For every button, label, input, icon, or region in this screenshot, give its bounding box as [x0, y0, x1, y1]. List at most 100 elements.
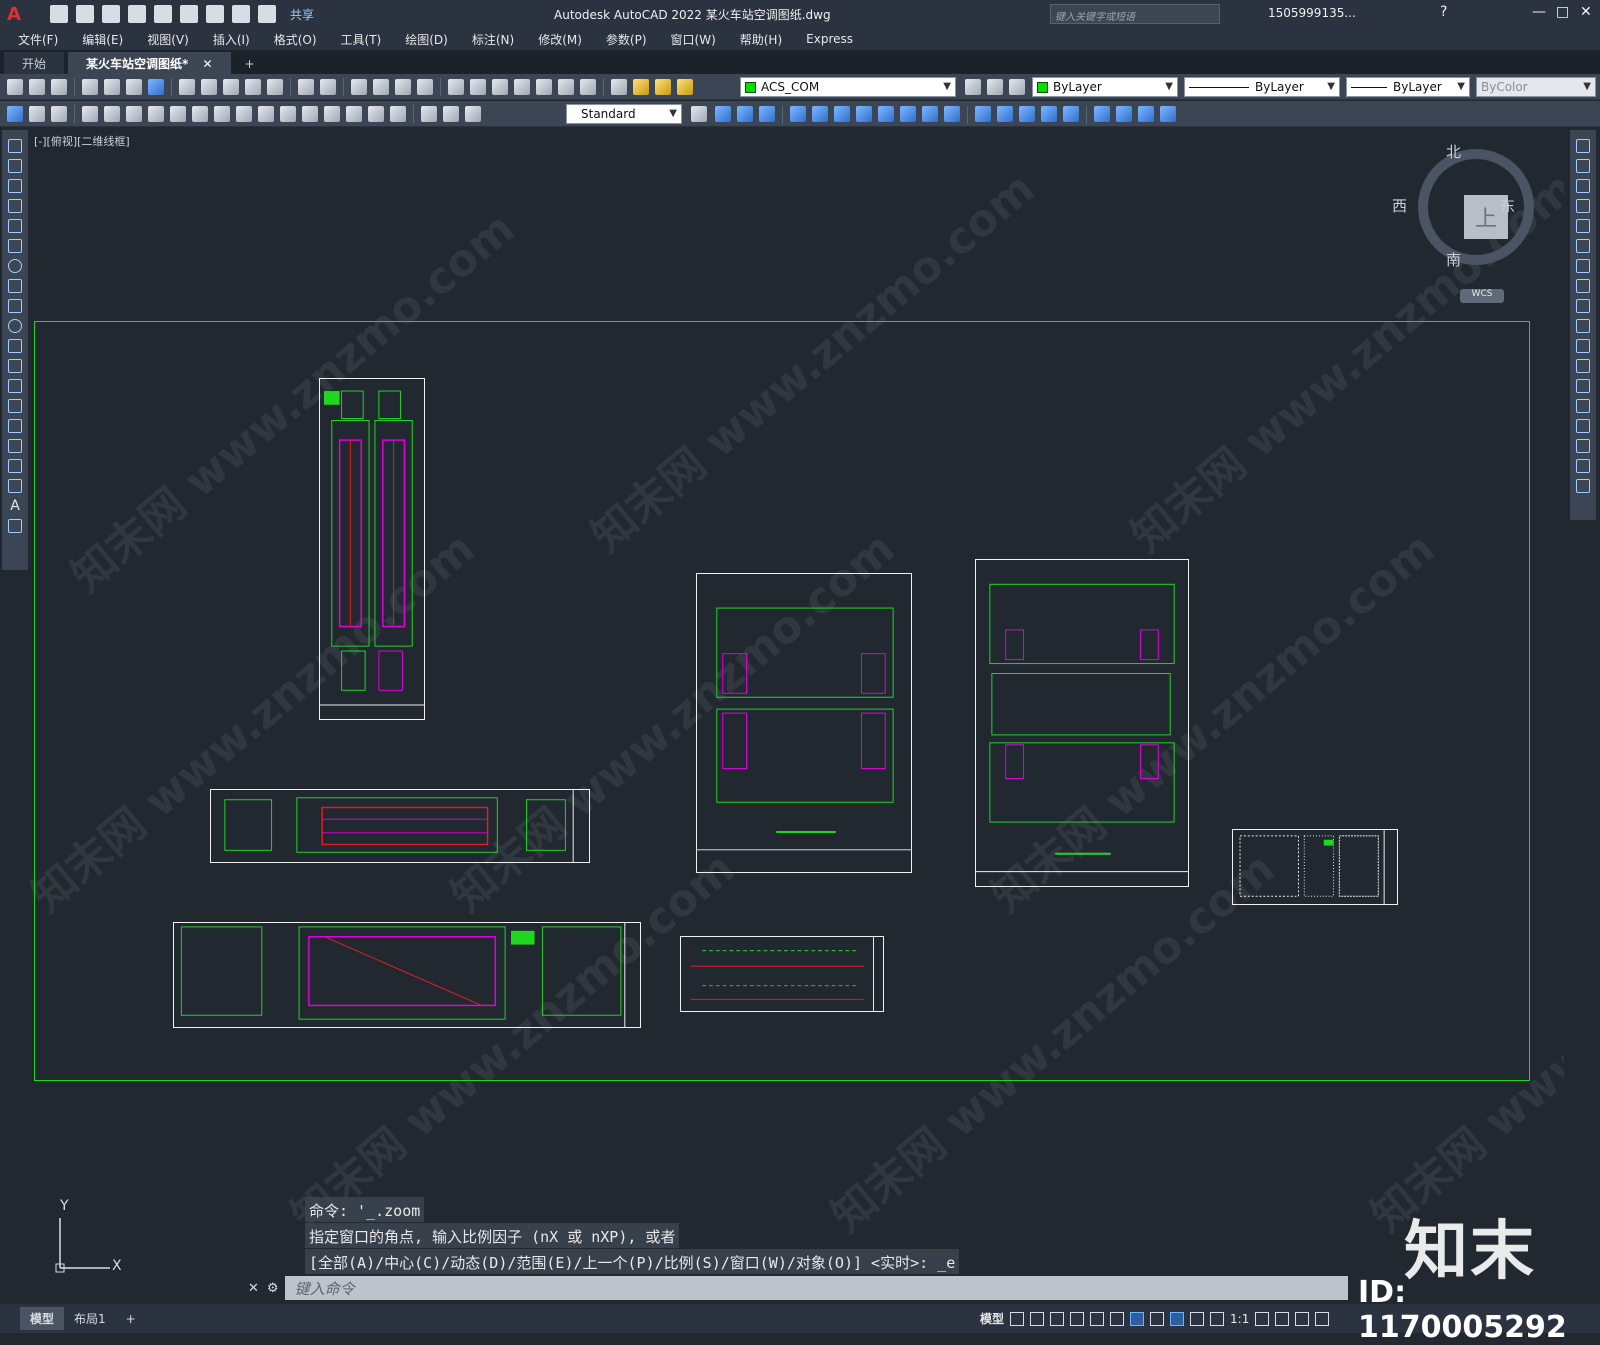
offset-icon[interactable] [1576, 199, 1590, 213]
tab-close-icon[interactable]: ✕ [202, 57, 212, 71]
move-icon[interactable] [834, 106, 850, 122]
multiline-text-icon[interactable]: A [10, 498, 20, 514]
object-snap-tracking-icon[interactable] [1110, 1311, 1125, 1326]
rotate-icon[interactable] [1576, 259, 1590, 273]
menu-item-9[interactable]: 参数(P) [606, 31, 647, 48]
offset-icon[interactable] [790, 106, 806, 122]
lineweight-dropdown[interactable]: ByLayer ▼ [1346, 77, 1470, 97]
tool-palettes-icon[interactable] [492, 78, 508, 95]
spline-icon[interactable] [8, 299, 22, 313]
menu-item-7[interactable]: 标注(N) [472, 31, 514, 48]
polar-tracking-icon[interactable] [1070, 1311, 1085, 1326]
continue-dim-icon[interactable] [258, 105, 274, 122]
open-icon[interactable] [29, 78, 45, 95]
compass-west[interactable]: 西 [1392, 195, 1407, 216]
annotation-scale-value[interactable]: 1:1 [1230, 1312, 1249, 1326]
radius-dim-icon[interactable] [126, 105, 142, 122]
break-icon[interactable] [975, 106, 991, 122]
copy-object-icon[interactable] [737, 106, 753, 122]
menu-item-0[interactable]: 文件(F) [18, 31, 58, 48]
annotation-visibility-icon[interactable] [1170, 1311, 1185, 1326]
menu-item-3[interactable]: 插入(I) [213, 31, 250, 48]
layer-dropdown[interactable]: ACS_COM ▼ [740, 77, 956, 97]
open-from-web-icon[interactable] [154, 5, 172, 23]
copy-icon[interactable] [201, 78, 217, 95]
jogged-linear-icon[interactable] [390, 105, 406, 122]
revision-cloud-icon[interactable] [8, 279, 22, 293]
layer-match-icon[interactable] [987, 79, 1003, 95]
dim-style-icon[interactable] [691, 106, 707, 122]
compass-south[interactable]: 南 [1446, 249, 1461, 270]
new-layout-button[interactable]: + [116, 1309, 146, 1329]
plot-icon[interactable] [206, 5, 224, 23]
publish-icon[interactable] [126, 78, 142, 95]
viewcube[interactable]: 上 [1418, 149, 1534, 265]
join-icon[interactable] [1576, 399, 1590, 413]
copy-icon[interactable] [1576, 159, 1590, 173]
menu-item-1[interactable]: 编辑(E) [82, 31, 123, 48]
customization-icon[interactable] [1315, 1311, 1330, 1326]
gradient-icon[interactable] [8, 439, 22, 453]
drawing-sheet-system-diagram[interactable] [680, 936, 884, 1012]
save-as-icon[interactable] [128, 5, 146, 23]
dim-space-icon[interactable] [280, 105, 296, 122]
menu-item-4[interactable]: 格式(O) [274, 31, 317, 48]
extend-icon[interactable] [944, 106, 960, 122]
diameter-dim-icon[interactable] [170, 105, 186, 122]
chamfer-icon[interactable] [1019, 106, 1035, 122]
inspection-icon[interactable] [368, 105, 384, 122]
auto-scale-icon[interactable] [1190, 1311, 1205, 1326]
baseline-dim-icon[interactable] [236, 105, 252, 122]
redo-icon[interactable] [258, 5, 276, 23]
workspace-gear-icon[interactable] [1255, 1311, 1270, 1326]
scale-icon[interactable] [1576, 279, 1590, 293]
tab-layout1[interactable]: 布局1 [64, 1307, 116, 1330]
isodraft-icon[interactable] [1090, 1311, 1105, 1326]
extend-icon[interactable] [1576, 339, 1590, 353]
ortho-icon[interactable] [1050, 1311, 1065, 1326]
match-properties-icon[interactable] [245, 78, 261, 95]
erase-icon[interactable] [715, 106, 731, 122]
tab-start[interactable]: 开始 [4, 52, 65, 74]
layer-freeze-icon[interactable] [655, 78, 671, 95]
make-current-layer-icon[interactable] [965, 79, 981, 95]
mirror-icon[interactable] [1576, 179, 1590, 193]
tab-model[interactable]: 模型 [20, 1307, 65, 1330]
layer-on-icon[interactable] [633, 78, 649, 95]
break-icon[interactable] [1576, 379, 1590, 393]
break-at-point-icon[interactable] [1576, 359, 1590, 373]
array-icon[interactable] [812, 106, 828, 122]
menu-item-12[interactable]: Express [806, 32, 853, 46]
new-tab-button[interactable]: + [241, 54, 259, 74]
snap-icon[interactable] [1030, 1311, 1045, 1326]
make-block-icon[interactable] [8, 379, 22, 393]
circle-icon[interactable] [8, 259, 22, 273]
trim-icon[interactable] [922, 106, 938, 122]
rectangle-icon[interactable] [8, 219, 22, 233]
explode-icon[interactable] [1576, 479, 1590, 493]
insert-block-icon[interactable] [8, 359, 22, 373]
scale-icon[interactable] [878, 106, 894, 122]
undo-icon[interactable] [298, 78, 314, 95]
autocad-logo-icon[interactable]: A [0, 0, 28, 28]
dim-text-edit-icon[interactable] [443, 105, 459, 122]
layer-previous-icon[interactable] [1009, 79, 1025, 95]
ordinate-dim-icon[interactable] [104, 105, 120, 122]
undo-icon[interactable] [232, 5, 250, 23]
model-space-toggle[interactable]: 模型 [980, 1310, 1004, 1327]
fillet-icon[interactable] [1576, 439, 1590, 453]
hatch-icon[interactable] [1094, 106, 1110, 122]
properties-icon[interactable] [448, 78, 464, 95]
dim-update-icon[interactable] [465, 105, 481, 122]
tab-drawing[interactable]: 某火车站空调图纸* ✕ [68, 52, 231, 74]
join-icon[interactable] [997, 106, 1013, 122]
annotation-scale-icon[interactable] [1210, 1311, 1225, 1326]
menu-item-8[interactable]: 修改(M) [538, 31, 582, 48]
tolerance-icon[interactable] [324, 105, 340, 122]
stretch-icon[interactable] [900, 106, 916, 122]
annotation-monitor-icon[interactable] [1275, 1311, 1290, 1326]
markup-icon[interactable] [536, 78, 552, 95]
web-icon[interactable] [148, 78, 164, 95]
save-icon[interactable] [102, 5, 120, 23]
drawing-sheet-ground-floor-plan[interactable] [173, 922, 641, 1028]
